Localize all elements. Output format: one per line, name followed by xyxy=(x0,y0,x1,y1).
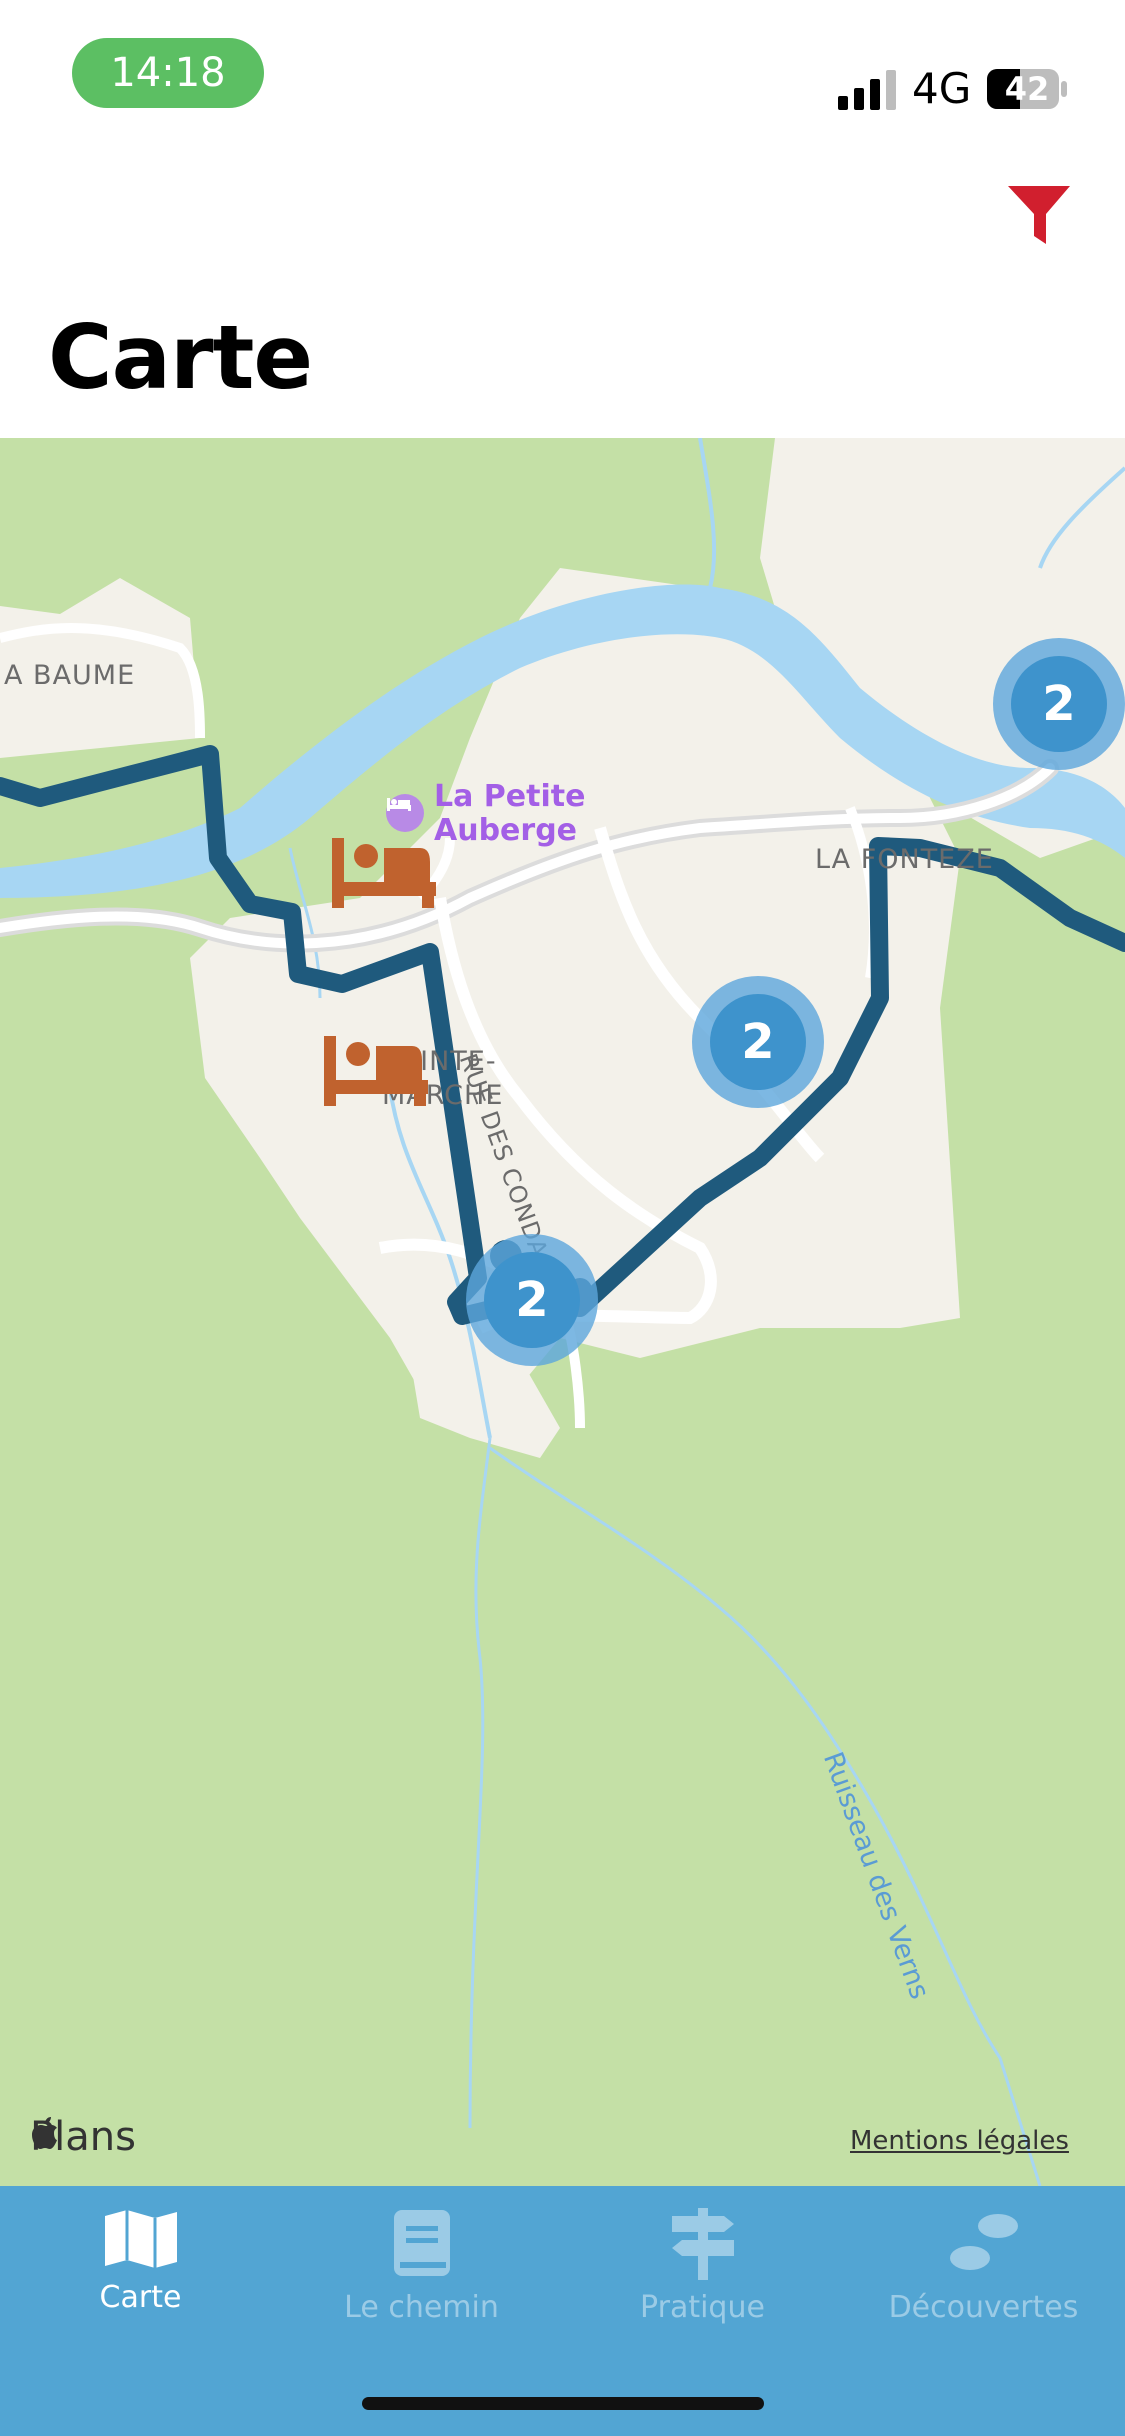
tab-label: Découvertes xyxy=(888,2290,1079,2325)
cluster-marker[interactable]: 2 xyxy=(466,1234,598,1366)
network-type: 4G xyxy=(912,64,972,113)
map-view[interactable]: A BAUME LA FONTEZE SAINTE- MARCHE RUE DE… xyxy=(0,438,1125,2186)
cluster-marker[interactable]: 2 xyxy=(692,976,824,1108)
footprints-icon xyxy=(949,2214,1018,2270)
status-time: 14:18 xyxy=(72,38,264,108)
battery-icon: 42 xyxy=(986,68,1068,110)
cluster-count: 2 xyxy=(1011,656,1107,752)
home-indicator xyxy=(362,2397,764,2410)
tab-decouvertes[interactable]: Découvertes xyxy=(843,2186,1124,2346)
tab-carte[interactable]: Carte xyxy=(0,2186,281,2346)
filter-button[interactable] xyxy=(1006,182,1072,248)
poi-bed-icon[interactable] xyxy=(386,794,424,832)
place-label-fonteze: LA FONTEZE xyxy=(815,844,994,875)
status-bar: 14:18 4G 42 xyxy=(0,0,1125,140)
cluster-marker[interactable]: 2 xyxy=(993,638,1125,770)
battery-level: 42 xyxy=(1004,70,1050,108)
tab-le-chemin[interactable]: Le chemin xyxy=(281,2186,562,2346)
tab-label: Le chemin xyxy=(344,2290,499,2325)
tab-pratique[interactable]: Pratique xyxy=(562,2186,843,2346)
lodging-marker[interactable] xyxy=(330,834,440,914)
book-icon xyxy=(393,2210,450,2276)
map-icon xyxy=(104,2210,177,2268)
tab-label: Pratique xyxy=(640,2290,765,2325)
bed-icon xyxy=(324,1036,428,1106)
poi-name-line1[interactable]: La Petite xyxy=(434,780,585,814)
lodging-marker[interactable] xyxy=(322,1032,432,1112)
tab-label: Carte xyxy=(99,2280,182,2315)
cluster-count: 2 xyxy=(484,1252,580,1348)
page-title: Carte xyxy=(48,306,313,409)
signpost-icon xyxy=(671,2208,734,2280)
filter-icon xyxy=(1008,186,1070,244)
poi-name-line2[interactable]: Auberge xyxy=(434,814,577,848)
place-label-baume: A BAUME xyxy=(4,660,136,691)
cluster-count: 2 xyxy=(710,994,806,1090)
bed-icon xyxy=(332,838,436,908)
map-attribution: Plans xyxy=(30,2114,136,2160)
signal-icon xyxy=(838,70,896,110)
apple-logo-icon xyxy=(32,2117,57,2149)
legal-link[interactable]: Mentions légales xyxy=(850,2126,1069,2156)
